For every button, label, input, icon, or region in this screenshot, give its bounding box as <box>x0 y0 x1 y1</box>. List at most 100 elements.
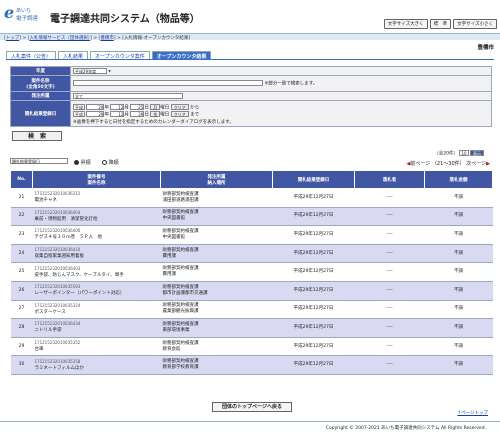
table-row: 28 171215232010036434 ニトリル手袋 財務部契約検査課 東部環境事業… <box>10 318 493 338</box>
case-name-link[interactable]: 電池チャネ <box>35 198 57 203</box>
dept-select[interactable]: 全て <box>73 92 183 99</box>
prev-page-link[interactable]: 前ページ <box>410 161 430 167</box>
dept-name: 財務部契約検査課 <box>162 340 199 346</box>
case-name-link[interactable]: 収集自程家業週知用着板 <box>35 254 85 259</box>
font-standard-button[interactable]: 標 準 <box>429 19 452 29</box>
year-from-input[interactable]: 29 <box>86 103 105 110</box>
header: e あいち 電子調達 電子調達共同システム（物品等） 文字サイズ大きく 標 準 … <box>0 0 500 33</box>
next-page-link[interactable]: 次ページ <box>466 161 486 167</box>
cell-dept: 財務部契約検査課 中央図書館 <box>160 225 273 245</box>
cell-winner: ---- <box>354 300 425 320</box>
chevron-down-icon: ▾ <box>108 69 111 75</box>
year-select[interactable]: 平成29年度 <box>73 67 107 74</box>
next-arrow-icon[interactable]: ▶ <box>486 161 490 167</box>
tab-underline <box>6 59 494 60</box>
logo-mark: e <box>4 3 15 22</box>
clear-to-button[interactable]: クリア <box>170 111 189 117</box>
delivery-place: 教育部学校教育課 <box>162 365 199 371</box>
case-label-cell: 案件名称 (全角50文字) <box>10 75 71 92</box>
header-price: 落札金額 <box>424 170 493 189</box>
day-to-input[interactable]: 29 <box>130 111 145 117</box>
delivery-place: 農業部観光振興課 <box>162 309 199 315</box>
calendar-to-button[interactable]: 金 <box>150 111 161 117</box>
breadcrumb-top-link[interactable]: トップ <box>6 36 20 41</box>
cell-case: 171215232010036434 ニトリル手袋 <box>32 318 161 338</box>
search-button[interactable]: 検 索 <box>12 131 62 141</box>
breadcrumb: [トップ] > [入札情報サービス（団体選択）] > [豊橋市] > [入札情報… <box>0 33 500 41</box>
result-count: （全20件） 10 表示 <box>434 150 484 157</box>
month-to-input[interactable]: 12 <box>110 111 125 117</box>
delivery-place: 浦田部道路浦田課 <box>162 197 199 203</box>
breadcrumb-sep: ] > [ <box>19 36 30 41</box>
delivery-place: 中央図書館 <box>162 234 186 240</box>
cell-case: 171215232010036406 テグス４号１０ｍ巻 ５Ｐ入 他 <box>32 225 161 245</box>
case-name-link[interactable]: 皮手袋、防じんマスク、ケーブルタイ、軍手 <box>35 273 124 278</box>
header-no: No. <box>10 170 33 189</box>
tab-bid-cases[interactable]: 入札案件（公告） <box>6 51 57 60</box>
font-large-button[interactable]: 文字サイズ大きく <box>383 19 428 29</box>
cell-dept: 財務部契約検査課 中央図書館 <box>160 207 273 227</box>
cell-no: 29 <box>10 337 33 357</box>
day-from-input[interactable]: 25 <box>130 103 145 110</box>
sort-desc-option[interactable]: 降順 <box>102 159 119 166</box>
tab-bar: 入札案件（公告） 入札結果 オープンカウンタ案件 オープンカウンタ結果 <box>6 51 212 60</box>
case-name-link[interactable]: テグス４号１０ｍ巻 ５Ｐ入 他 <box>35 235 103 240</box>
cell-case: 171215232010035324 ポスターケース <box>32 300 161 320</box>
back-to-top-button[interactable]: 団体のトップページへ戻る <box>212 402 292 412</box>
case-number: 171215232010036434 <box>34 321 81 327</box>
case-name-link[interactable]: ラミネートフィルムほか <box>35 366 84 371</box>
cell-no: 22 <box>10 207 33 227</box>
cell-no: 30 <box>10 355 33 375</box>
unit-month: 月 <box>124 105 129 110</box>
per-page-select[interactable]: 10 <box>459 150 469 156</box>
unit-day: 日 <box>144 105 149 110</box>
tab-open-counter-cases[interactable]: オープンカウンタ案件 <box>90 51 150 60</box>
cell-winner: ---- <box>354 337 425 357</box>
unit-year: 年 <box>104 112 109 118</box>
calendar-note: ※画像を押下すると日付を指定するためのカレンダーダイアログを表示します。 <box>73 119 234 125</box>
cell-date: 平成29年12月27日 <box>272 355 355 375</box>
era-from-select[interactable]: 平成 <box>73 103 85 110</box>
cell-winner: ---- <box>354 281 425 301</box>
sort-select[interactable]: 開札結果登録日 <box>10 158 68 164</box>
breadcrumb-city-link[interactable]: 豊橋市 <box>100 36 114 41</box>
font-small-button[interactable]: 文字サイズ小さく <box>453 19 497 29</box>
cell-price: 不調 <box>424 337 493 357</box>
delivery-place: 教育会館 <box>162 346 181 352</box>
cell-dept: 財務部契約検査課 農業部観光振興課 <box>160 300 273 320</box>
clear-from-button[interactable]: クリア <box>170 103 189 110</box>
case-name-input[interactable] <box>73 80 263 87</box>
unit-year: 年 <box>104 105 109 110</box>
tab-open-counter-results[interactable]: オープンカウンタ結果 <box>151 51 212 60</box>
cell-price: 不調 <box>424 225 493 245</box>
sort-asc-option[interactable]: 昇順 <box>74 159 91 166</box>
calendar-from-button[interactable]: 月 <box>150 103 161 110</box>
logo: e あいち 電子調達 <box>4 5 46 27</box>
table-row: 30 171215232010035358 ラミネートフィルムほか 財務部契約検査課教… <box>10 355 493 375</box>
display-button[interactable]: 表示 <box>470 150 484 156</box>
table-row: 21 171215232010036312 電池チャネ 財務部契約検査課 浦田部道路浦田… <box>10 188 493 208</box>
cell-case: 171215232010036404 乗前・博物館用 清潔管化灯他 <box>32 207 161 227</box>
footer: Copyright © 2007-2021 あいち電子調達共同システム All … <box>0 421 500 431</box>
tab-bid-results[interactable]: 入札結果 <box>58 51 89 60</box>
case-name-link[interactable]: 乗前・博物館用 清潔管化灯他 <box>35 217 98 222</box>
case-name-link[interactable]: 台車 <box>35 347 44 352</box>
month-from-input[interactable]: 12 <box>110 103 125 110</box>
cell-case: 171215232010036403 皮手袋、防じんマスク、ケーブルタイ、軍手 <box>32 262 161 282</box>
breadcrumb-service-link[interactable]: 入札情報サービス（団体選択） <box>29 36 90 41</box>
dept-name: 財務部契約検査課 <box>162 303 199 309</box>
dept-name: 財務部契約検査課 <box>162 191 199 197</box>
year-to-input[interactable]: 29 <box>86 111 105 117</box>
breadcrumb-current: 入札情報-オープンカウンタ結果 <box>123 36 189 41</box>
era-to-select[interactable]: 平成 <box>73 111 85 117</box>
cell-no: 28 <box>10 318 33 338</box>
page-top-link[interactable]: ↑ページトップ <box>457 410 488 416</box>
table-row: 23 171215232010036406 テグス４号１０ｍ巻 ５Ｐ入 他財務部契約… <box>10 225 493 245</box>
case-name-link[interactable]: ニトリル手袋 <box>35 328 62 333</box>
delivery-place: 中央図書館 <box>162 216 186 222</box>
radio-asc[interactable] <box>74 160 79 165</box>
radio-desc[interactable] <box>102 160 107 165</box>
case-number: 171215232010036410 <box>34 247 81 253</box>
case-name-link[interactable]: レーザーポインター（パワーポイント対応） <box>35 291 125 296</box>
case-name-link[interactable]: ポスターケース <box>35 310 66 315</box>
